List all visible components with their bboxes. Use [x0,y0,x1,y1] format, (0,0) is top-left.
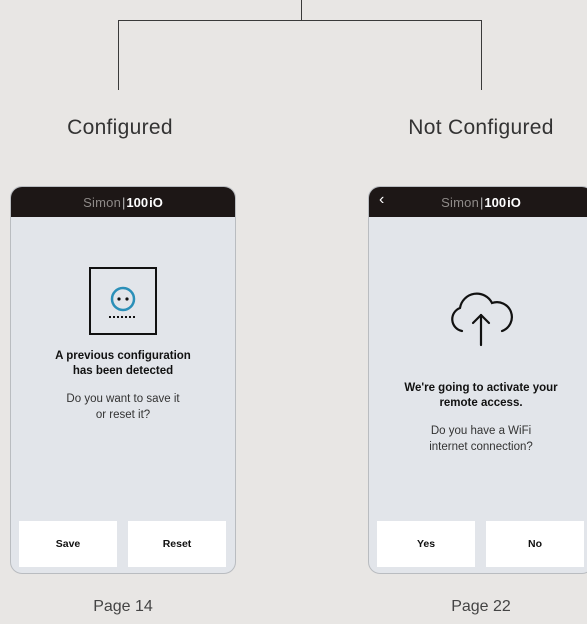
save-button[interactable]: Save [19,521,117,567]
tree-stem-line [301,0,302,20]
brand-logo: Simon | 100 iO [441,194,521,210]
page-reference-not-configured: Page 22 [451,598,511,615]
tree-left-branch-line [118,20,119,90]
app-header: ‹ Simon | 100 iO [369,187,587,217]
chevron-left-icon[interactable]: ‹ [379,191,384,209]
brand-logo: Simon | 100 iO [83,194,163,210]
wifi-question: Do you have a WiFi internet connection? [429,425,533,453]
page-reference-configured: Page 14 [93,598,153,615]
branch-label-configured: Configured [67,116,173,139]
phone-screen-not-configured: ‹ Simon | 100 iO We're going to activate yo… [368,186,587,574]
tree-horizontal-line [118,20,482,21]
app-header: Simon | 100 iO [11,187,235,217]
socket-icon [11,265,235,337]
reset-button[interactable]: Reset [128,521,226,567]
detection-message: A previous configuration has been detect… [55,350,191,377]
cloud-upload-icon [369,291,587,347]
tree-right-branch-line [481,20,482,90]
phone-screen-configured: Simon | 100 iO A previous configuration has… [10,186,236,574]
yes-button[interactable]: Yes [377,521,475,567]
no-button[interactable]: No [486,521,584,567]
save-reset-question: Do you want to save it or reset it? [66,393,180,421]
activation-message: We're going to activate your remote acce… [404,382,558,409]
branch-label-not-configured: Not Configured [408,116,554,139]
